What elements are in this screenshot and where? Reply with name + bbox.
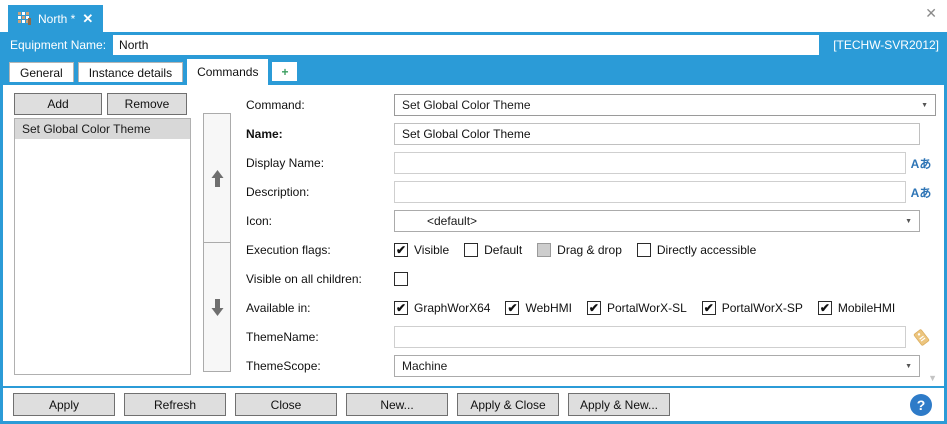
available-in-label: Available in: — [246, 301, 311, 315]
theme-name-input[interactable] — [394, 326, 906, 348]
help-icon[interactable]: ? — [910, 393, 932, 416]
equipment-dialog-window: North * ✕ ✕ Equipment Name: [TECHW-SVR20… — [0, 0, 947, 424]
equipment-grid-icon — [18, 12, 31, 25]
document-tab-close-icon[interactable]: ✕ — [82, 12, 93, 25]
theme-name-label: ThemeName: — [246, 330, 319, 344]
apply-button[interactable]: Apply — [13, 393, 115, 416]
checkbox-directly-accessible[interactable]: Directly accessible — [636, 243, 756, 257]
command-list-item[interactable]: Set Global Color Theme — [15, 119, 190, 139]
tab-instance-details[interactable]: Instance details — [77, 62, 184, 82]
arrow-up-icon — [211, 169, 224, 187]
footer-bar: Apply Refresh Close New... Apply & Close… — [0, 386, 947, 424]
checkbox-box[interactable] — [537, 243, 552, 257]
document-tab-strip: North * ✕ ✕ — [0, 0, 947, 32]
command-list: Set Global Color Theme — [14, 118, 191, 375]
tag-icon[interactable] — [906, 328, 936, 346]
command-dropdown-value: Set Global Color Theme — [402, 98, 531, 112]
commands-page: Add Remove Set Global Color Theme Comman… — [0, 85, 947, 386]
theme-scope-label: ThemeScope: — [246, 359, 321, 373]
command-form: Command: Set Global Color Theme ▼ Name: … — [231, 85, 944, 386]
reorder-controls — [203, 113, 231, 372]
localize-icon[interactable]: Aあ — [906, 184, 936, 201]
checkbox-box[interactable] — [817, 301, 832, 315]
chevron-down-icon: ▼ — [905, 217, 912, 225]
checkbox-box[interactable] — [394, 301, 408, 315]
close-button[interactable]: Close — [235, 393, 337, 416]
checkbox-box[interactable] — [505, 301, 520, 315]
icon-dropdown[interactable]: <default> ▼ — [394, 210, 920, 232]
move-down-button[interactable] — [203, 242, 231, 372]
checkbox-mobilehmi[interactable]: MobileHMI — [817, 301, 895, 315]
checkbox-visible[interactable]: Visible — [394, 243, 449, 257]
tab-add-button[interactable]: + — [272, 62, 298, 81]
equipment-name-bar: Equipment Name: [TECHW-SVR2012] — [0, 32, 947, 58]
checkbox-portalworx-sp[interactable]: PortalWorX-SP — [701, 301, 803, 315]
checkbox-box[interactable] — [701, 301, 716, 315]
page-tab-strip: General Instance details Commands + — [0, 58, 947, 85]
theme-scope-dropdown[interactable]: Machine ▼ — [394, 355, 920, 377]
checkbox-box[interactable] — [636, 243, 651, 257]
checkbox-default[interactable]: Default — [464, 243, 522, 257]
window-close-icon[interactable]: ✕ — [925, 6, 937, 20]
equipment-name-input[interactable] — [113, 35, 820, 55]
apply-and-close-button[interactable]: Apply & Close — [457, 393, 559, 416]
display-name-label: Display Name: — [246, 156, 325, 170]
command-dropdown[interactable]: Set Global Color Theme ▼ — [394, 94, 936, 116]
new-button[interactable]: New... — [346, 393, 448, 416]
command-list-panel: Add Remove Set Global Color Theme — [3, 85, 195, 386]
description-label: Description: — [246, 185, 310, 199]
move-up-button[interactable] — [203, 113, 231, 243]
description-input[interactable] — [394, 181, 906, 203]
checkbox-portalworx-sl[interactable]: PortalWorX-SL — [586, 301, 687, 315]
add-command-button[interactable]: Add — [14, 93, 102, 115]
checkbox-box[interactable] — [394, 243, 408, 257]
icon-dropdown-value: <default> — [427, 214, 478, 228]
tab-general[interactable]: General — [9, 62, 74, 82]
visible-on-all-children-label: Visible on all children: — [246, 272, 362, 286]
localize-icon[interactable]: Aあ — [906, 155, 936, 172]
server-name-badge: [TECHW-SVR2012] — [833, 38, 939, 52]
chevron-down-icon: ▼ — [905, 362, 912, 370]
apply-and-new-button[interactable]: Apply & New... — [568, 393, 670, 416]
checkbox-graphworx64[interactable]: GraphWorX64 — [394, 301, 490, 315]
display-name-input[interactable] — [394, 152, 906, 174]
command-label: Command: — [246, 98, 305, 112]
scroll-down-indicator: ▼ — [928, 373, 937, 383]
checkbox-visible-on-all-children[interactable] — [394, 272, 414, 286]
checkbox-drag-drop[interactable]: Drag & drop — [537, 243, 622, 257]
checkbox-box[interactable] — [464, 243, 479, 257]
icon-label: Icon: — [246, 214, 273, 228]
arrow-down-icon — [211, 298, 224, 316]
checkbox-webhmi[interactable]: WebHMI — [505, 301, 572, 315]
tab-commands[interactable]: Commands — [187, 59, 269, 85]
equipment-name-label: Equipment Name: — [10, 38, 107, 52]
execution-flags-label: Execution flags: — [246, 243, 331, 257]
refresh-button[interactable]: Refresh — [124, 393, 226, 416]
theme-scope-dropdown-value: Machine — [402, 359, 448, 373]
chevron-down-icon: ▼ — [921, 101, 928, 109]
name-input[interactable] — [394, 123, 920, 145]
checkbox-box[interactable] — [394, 272, 408, 286]
checkbox-box[interactable] — [586, 301, 601, 315]
document-tab-north[interactable]: North * ✕ — [8, 5, 104, 32]
document-tab-title: North * — [38, 11, 76, 26]
remove-command-button[interactable]: Remove — [107, 93, 187, 115]
name-label: Name: — [246, 127, 283, 141]
